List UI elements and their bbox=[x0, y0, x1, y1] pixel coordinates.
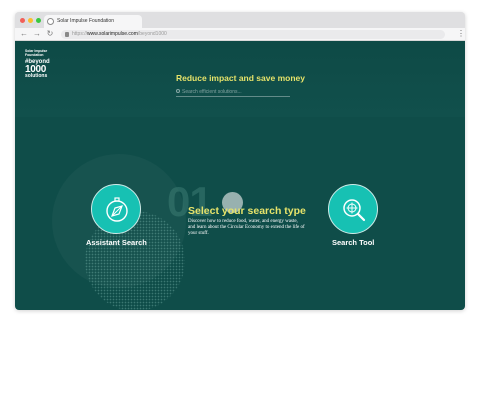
logo-line2: Foundation bbox=[25, 52, 44, 57]
forward-icon[interactable]: → bbox=[32, 29, 42, 39]
search-input[interactable] bbox=[182, 88, 288, 96]
favicon-icon bbox=[47, 18, 54, 25]
browser-window: Solar Impulse Foundation ← → ↻ https://w… bbox=[15, 12, 465, 310]
browser-toolbar: ← → ↻ https://www.solarimpulse.com/beyon… bbox=[15, 28, 465, 41]
browser-menu-icon[interactable]: ⋮ bbox=[457, 29, 465, 39]
search-type-title: Select your search type bbox=[188, 205, 306, 217]
logo-word: solutions bbox=[25, 72, 48, 79]
address-bar[interactable]: https://www.solarimpulse.com/beyond1000 bbox=[61, 30, 445, 39]
back-icon[interactable]: ← bbox=[19, 29, 29, 39]
tab-title: Solar Impulse Foundation bbox=[57, 18, 114, 24]
search-icon bbox=[176, 89, 180, 93]
tab-bar: Solar Impulse Foundation bbox=[15, 12, 465, 28]
maximize-window-button[interactable] bbox=[36, 18, 41, 23]
lock-icon bbox=[65, 32, 69, 37]
compass-icon bbox=[106, 197, 128, 222]
minimize-window-button[interactable] bbox=[28, 18, 33, 23]
search-bar bbox=[176, 88, 290, 97]
site-logo[interactable]: Solar Impulse Foundation #beyond 1000 so… bbox=[25, 49, 51, 79]
browser-tab[interactable]: Solar Impulse Foundation bbox=[44, 15, 142, 28]
search-tool-button[interactable] bbox=[328, 184, 378, 234]
reload-icon[interactable]: ↻ bbox=[45, 29, 55, 39]
search-type-description: Discover how to reduce food, water, and … bbox=[188, 219, 305, 236]
page-headline: Reduce impact and save money bbox=[176, 73, 305, 83]
magnifier-icon bbox=[343, 199, 366, 222]
search-tool-label[interactable]: Search Tool bbox=[332, 238, 374, 247]
url-text: https://www.solarimpulse.com/beyond1000 bbox=[72, 31, 167, 37]
assistant-search-label[interactable]: Assistant Search bbox=[86, 238, 147, 247]
close-window-button[interactable] bbox=[20, 18, 25, 23]
assistant-search-button[interactable] bbox=[91, 184, 141, 234]
page-content: Solar Impulse Foundation #beyond 1000 so… bbox=[15, 41, 465, 310]
